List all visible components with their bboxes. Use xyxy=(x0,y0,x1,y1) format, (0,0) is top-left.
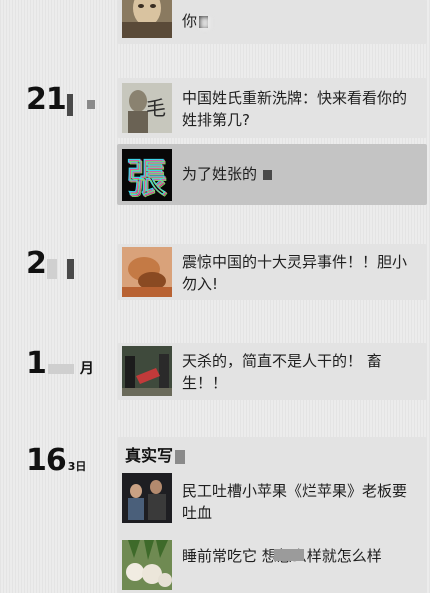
article-title[interactable]: 为了姓张的 xyxy=(182,163,415,185)
svg-text:毛: 毛 xyxy=(146,96,166,120)
blur-overlay xyxy=(200,17,210,29)
article-title[interactable]: 中国姓氏重新洗牌：快来看看你的姓排第几? xyxy=(182,87,415,131)
redaction-mark xyxy=(175,449,186,464)
article-title[interactable]: 震惊中国的十大灵异事件！！胆小勿入! xyxy=(182,251,415,295)
date-label: 2 xyxy=(26,246,74,281)
article-title[interactable]: 民工吐槽小苹果《烂苹果》老板要吐血 xyxy=(182,480,415,524)
article-title[interactable]: 天杀的，简直不是人干的！ 畜生！！ xyxy=(182,350,415,394)
feed-card-top-partial[interactable]: 你 xyxy=(117,0,427,44)
vegetables-thumbnail-icon xyxy=(122,540,172,590)
redaction-mark xyxy=(86,100,95,109)
date-label: 21 xyxy=(26,82,95,117)
redaction-mark xyxy=(66,93,73,116)
svg-text:張: 張 xyxy=(128,157,168,201)
redaction-mark xyxy=(66,258,74,279)
feed-card[interactable]: 震惊中国的十大灵异事件！！胆小勿入! xyxy=(117,244,427,300)
article-title[interactable]: 你 xyxy=(182,10,415,32)
feed-card[interactable]: 天杀的，简直不是人干的！ 畜生！！ xyxy=(117,343,427,400)
redaction-mark xyxy=(46,258,57,279)
section-title[interactable]: 真实写 xyxy=(125,442,186,466)
fallen-figure-thumbnail-icon xyxy=(122,247,172,297)
redaction-mark xyxy=(263,169,273,180)
date-label: 1月 xyxy=(26,346,94,381)
redaction-mark xyxy=(274,549,304,561)
feed-card[interactable]: 毛 中国姓氏重新洗牌：快来看看你的姓排第几? xyxy=(117,78,427,138)
portrait-thumbnail-icon xyxy=(122,0,172,38)
mao-surname-thumbnail-icon: 毛 xyxy=(122,83,172,133)
street-crowd-thumbnail-icon xyxy=(122,346,172,396)
date-label: 16 3日 xyxy=(26,443,87,478)
redaction-mark xyxy=(47,363,74,374)
workers-photo-thumbnail-icon xyxy=(122,473,172,523)
feed-card-multi[interactable]: 真实写 民工吐槽小苹果《烂苹果》老板要吐血 睡前常吃它 想怎么样就怎么样 xyxy=(117,437,427,593)
zhang-character-thumbnail-icon: 張 張 張 xyxy=(122,149,172,201)
feed-card-selected[interactable]: 張 張 張 为了姓张的 xyxy=(117,144,427,205)
